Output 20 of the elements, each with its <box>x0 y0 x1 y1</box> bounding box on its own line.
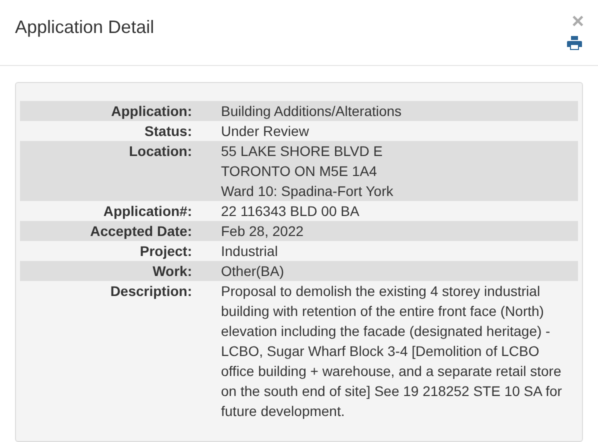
field-value: Other(BA) <box>221 262 286 281</box>
close-button[interactable]: × <box>572 13 584 31</box>
field-value: Industrial <box>221 242 279 261</box>
field-value: Feb 28, 2022 <box>221 222 305 241</box>
field-value: 55 LAKE SHORE BLVD E <box>221 142 384 161</box>
field-value: 22 116343 BLD 00 BA <box>221 202 360 221</box>
field-value: Building Additions/Alterations <box>221 102 403 121</box>
field-label: Accepted Date: <box>89 222 192 241</box>
field-value: Proposal to demolish the existing 4 storey industrial building with retention of the entire front face (North) elevation including the facade (designated heritage) - LCBO, Sugar Wharf Block 3-4 [Demolition of LCBO office building + warehouse, and a separate retail store on the south end of site] See 19 218252 STE 10 SA for future development. <box>221 282 563 421</box>
field-label: Application#: <box>102 202 192 221</box>
field-label: Location: <box>128 142 192 161</box>
field-label: Description: <box>109 282 192 301</box>
field-value: TORONTO ON M5E 1A4 <box>221 162 378 181</box>
dialog-title: Application Detail <box>15 17 154 39</box>
field-label: Application: <box>110 102 192 121</box>
field-label: Work: <box>152 262 192 281</box>
field-value: Under Review <box>221 122 310 141</box>
field-label: Project: <box>138 242 192 261</box>
field-label: Status: <box>144 122 192 141</box>
field-value: Ward 10: Spadina-Fort York <box>221 182 394 201</box>
